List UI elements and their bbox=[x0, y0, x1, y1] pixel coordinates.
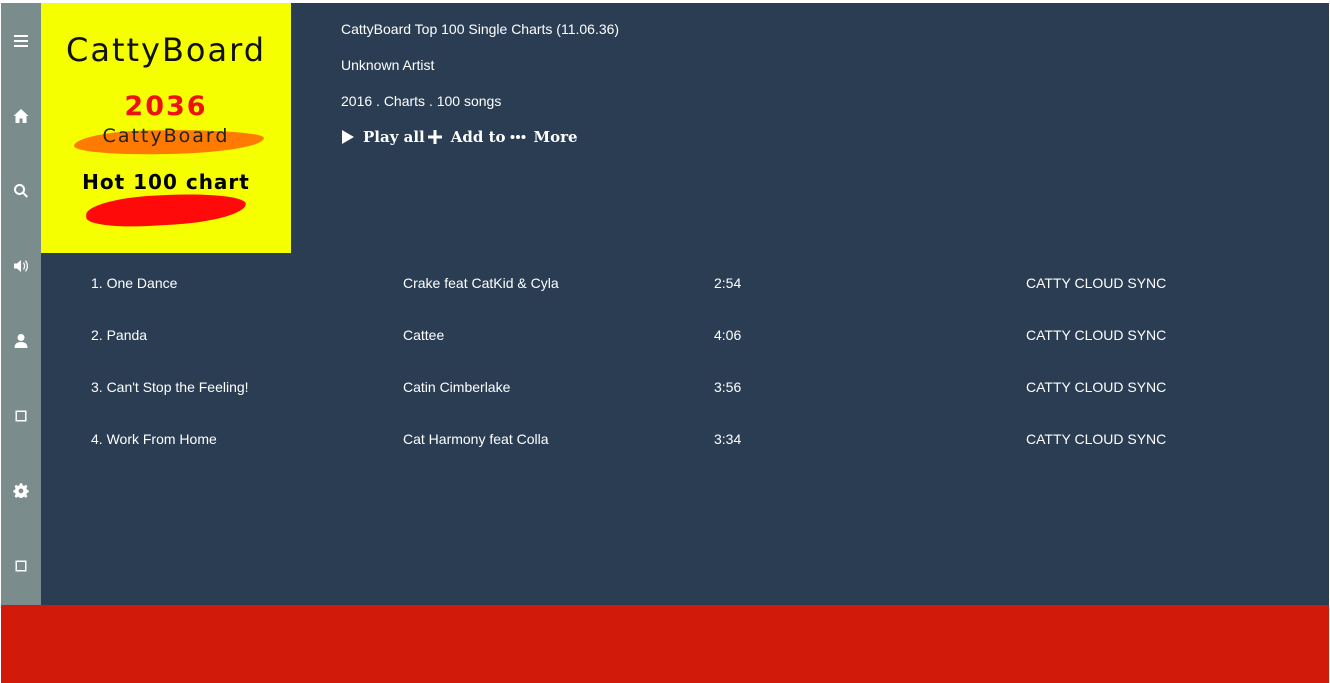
track-artist: Cattee bbox=[403, 327, 445, 343]
album-title: CattyBoard Top 100 Single Charts (11.06.… bbox=[341, 21, 620, 37]
search-icon[interactable] bbox=[1, 171, 41, 211]
track-row[interactable]: 4. Work From Home Cat Harmony feat Colla… bbox=[91, 427, 1291, 479]
cover-chart-name: Hot 100 chart bbox=[82, 170, 250, 194]
album-meta: 2016 . Charts . 100 songs bbox=[341, 93, 502, 109]
plus-icon bbox=[427, 130, 442, 144]
home-icon[interactable] bbox=[1, 96, 41, 136]
square-icon[interactable] bbox=[1, 396, 41, 436]
track-duration: 4:06 bbox=[714, 327, 742, 343]
track-duration: 3:56 bbox=[714, 379, 742, 395]
play-icon bbox=[342, 130, 354, 144]
track-source: CATTY CLOUD SYNC bbox=[1026, 275, 1167, 291]
add-to-label: Add to bbox=[450, 128, 506, 146]
track-row[interactable]: 2. Panda Cattee 4:06 CATTY CLOUD SYNC bbox=[91, 323, 1291, 375]
track-title: 3. Can't Stop the Feeling! bbox=[91, 379, 249, 395]
sidebar bbox=[1, 3, 41, 605]
track-title: 4. Work From Home bbox=[91, 431, 217, 447]
more-label: More bbox=[533, 128, 578, 146]
track-source: CATTY CLOUD SYNC bbox=[1026, 327, 1167, 343]
ellipsis-icon bbox=[510, 135, 526, 139]
gear-icon[interactable] bbox=[1, 471, 41, 511]
player-bar bbox=[1, 605, 1329, 683]
square-icon[interactable] bbox=[1, 546, 41, 586]
track-duration: 2:54 bbox=[714, 275, 742, 291]
track-source: CATTY CLOUD SYNC bbox=[1026, 431, 1167, 447]
menu-icon[interactable] bbox=[1, 21, 41, 61]
app-window: CattyBoard 2036 CattyBoard Hot 100 chart… bbox=[1, 3, 1329, 683]
track-artist: Cat Harmony feat Colla bbox=[403, 431, 549, 447]
track-title: 1. One Dance bbox=[91, 275, 178, 291]
play-all-label: Play all bbox=[363, 128, 425, 146]
track-source: CATTY CLOUD SYNC bbox=[1026, 379, 1167, 395]
cover-subtitle: CattyBoard bbox=[102, 125, 230, 147]
track-list: 1. One Dance Crake feat CatKid & Cyla 2:… bbox=[91, 271, 1291, 479]
track-row[interactable]: 3. Can't Stop the Feeling! Catin Cimberl… bbox=[91, 375, 1291, 427]
cover-brush-stroke bbox=[85, 190, 247, 230]
track-duration: 3:34 bbox=[714, 431, 742, 447]
add-to-button[interactable]: Add to bbox=[427, 128, 506, 146]
album-artist[interactable]: Unknown Artist bbox=[341, 55, 619, 91]
more-button[interactable]: More bbox=[510, 128, 578, 146]
track-title: 2. Panda bbox=[91, 327, 148, 343]
play-all-button[interactable]: Play all bbox=[341, 128, 425, 146]
track-artist: Crake feat CatKid & Cyla bbox=[403, 275, 559, 291]
cover-year: 2036 bbox=[124, 91, 208, 122]
volume-icon[interactable] bbox=[1, 246, 41, 286]
track-row[interactable]: 1. One Dance Crake feat CatKid & Cyla 2:… bbox=[91, 271, 1291, 323]
user-icon[interactable] bbox=[1, 321, 41, 361]
cover-brand: CattyBoard bbox=[65, 31, 267, 69]
album-cover: CattyBoard 2036 CattyBoard Hot 100 chart bbox=[41, 3, 291, 253]
album-info: CattyBoard Top 100 Single Charts (11.06.… bbox=[341, 19, 619, 127]
track-artist: Catin Cimberlake bbox=[403, 379, 511, 395]
album-actions: Play all Add to More bbox=[341, 128, 578, 146]
